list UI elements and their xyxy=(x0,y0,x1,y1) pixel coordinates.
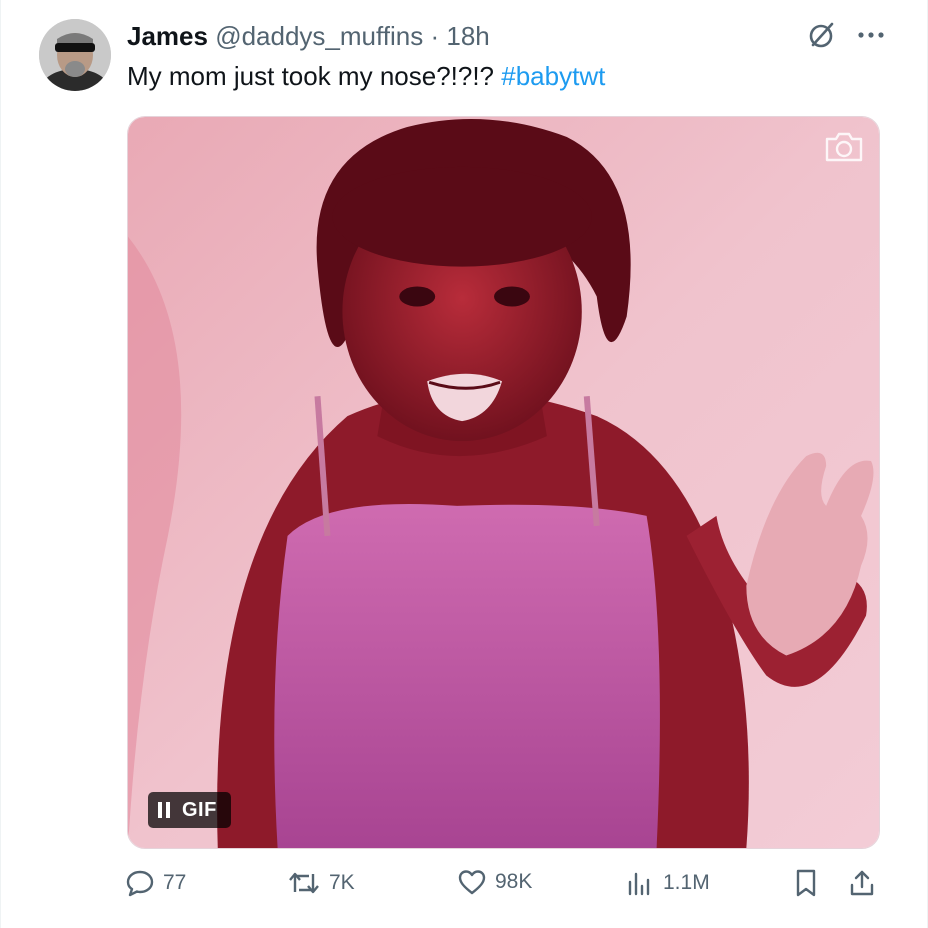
avatar-image xyxy=(39,19,111,91)
author-name[interactable]: James xyxy=(127,21,208,51)
like-button[interactable]: 98K xyxy=(457,868,532,896)
tweet-body: My mom just took my nose?!?!? xyxy=(127,61,502,91)
views-count: 1.1M xyxy=(663,871,710,894)
gif-frame xyxy=(128,117,879,848)
reply-count: 77 xyxy=(163,871,187,894)
more-icon[interactable] xyxy=(857,30,885,40)
avatar[interactable] xyxy=(39,19,111,91)
hashtag-link[interactable]: #babytwt xyxy=(501,61,605,91)
bookmark-icon xyxy=(796,869,816,897)
views-button[interactable]: 1.1M xyxy=(625,868,710,898)
gif-media[interactable]: GIF xyxy=(127,116,880,849)
like-icon xyxy=(458,870,486,895)
camera-icon[interactable] xyxy=(823,129,865,170)
reply-icon xyxy=(126,870,154,897)
like-count: 98K xyxy=(495,870,533,893)
action-bar: 77 7K 98K 1.1M xyxy=(125,868,885,908)
bookmark-button[interactable] xyxy=(793,868,819,898)
tweet-text: My mom just took my nose?!?!? #babytwt xyxy=(127,59,605,93)
repost-count: 7K xyxy=(329,871,355,894)
top-right-actions xyxy=(807,20,885,50)
gif-badge[interactable]: GIF xyxy=(148,792,231,828)
views-icon xyxy=(628,872,650,896)
author-handle[interactable]: @daddys_muffins xyxy=(215,21,423,51)
reply-button[interactable]: 77 xyxy=(125,868,186,898)
grok-icon[interactable] xyxy=(807,20,837,50)
timestamp[interactable]: 18h xyxy=(446,21,489,51)
repost-button[interactable]: 7K xyxy=(287,868,355,898)
tweet-header: James @daddys_muffins · 18h xyxy=(127,20,490,52)
repost-icon xyxy=(289,872,319,894)
tweet[interactable]: James @daddys_muffins · 18h My mom just … xyxy=(0,0,928,928)
share-button[interactable] xyxy=(847,868,877,898)
gif-label: GIF xyxy=(182,798,217,821)
share-icon xyxy=(850,870,874,896)
pause-icon[interactable] xyxy=(158,802,170,818)
separator: · xyxy=(430,21,440,51)
